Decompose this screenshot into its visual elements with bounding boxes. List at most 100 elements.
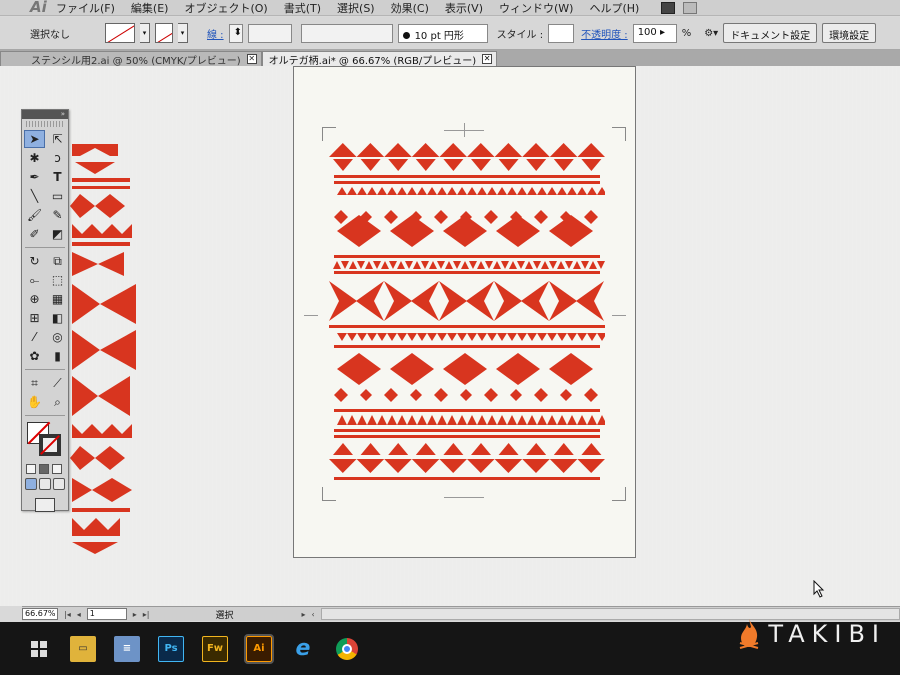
none-mode-icon[interactable]	[52, 464, 62, 474]
bridge-icon[interactable]	[661, 1, 676, 14]
tab-stencil[interactable]: ステンシル用2.ai @ 50% (CMYK/プレビュー) ✕	[0, 51, 262, 67]
tools-panel: » ➤ ⇱ ✱ ↄ ✒ T ╲ ▭ 🖌 ✎ ✐ ◩ ↻ ⧉ ⟜ ⬚ ⊕ ▦ ⊞ …	[21, 109, 69, 512]
recolor-artwork-icon[interactable]: ⚙▾	[704, 28, 718, 39]
gradient-tool-icon[interactable]: ◧	[47, 309, 68, 327]
magic-wand-tool-icon[interactable]: ✱	[24, 149, 45, 167]
pen-tool-icon[interactable]: ✒	[24, 168, 45, 186]
stroke-swatch[interactable]	[155, 23, 173, 43]
close-icon[interactable]: ✕	[482, 54, 493, 64]
side-pattern-artwork[interactable]	[70, 144, 140, 554]
crop-mark	[612, 127, 626, 141]
fill-dropdown-icon[interactable]: ▾	[140, 23, 150, 43]
fill-stroke-widget[interactable]	[25, 420, 65, 458]
scale-tool-icon[interactable]: ⧉	[47, 252, 68, 270]
graphic-style-picker[interactable]	[548, 23, 575, 43]
rectangle-tool-icon[interactable]: ▭	[47, 187, 68, 205]
menu-type[interactable]: 書式(T)	[276, 0, 329, 16]
pencil-tool-icon[interactable]: ✎	[47, 206, 68, 224]
paintbrush-tool-icon[interactable]: 🖌	[24, 206, 45, 224]
internet-explorer-icon[interactable]: e	[290, 636, 316, 662]
slice-tool-icon[interactable]: ⟋	[47, 374, 68, 392]
watermark-text: TAKIBI	[768, 620, 886, 648]
line-tool-icon[interactable]: ╲	[24, 187, 45, 205]
stroke-box[interactable]	[39, 434, 61, 456]
menu-effect[interactable]: 効果(C)	[383, 0, 437, 16]
stroke-weight-stepper[interactable]: ⬍	[228, 23, 243, 43]
opacity-unit: %	[681, 27, 692, 39]
chrome-icon[interactable]	[334, 636, 360, 662]
document-icon[interactable]: ≡	[114, 635, 140, 662]
hand-tool-icon[interactable]: ✋	[24, 393, 45, 411]
menu-edit[interactable]: 編集(E)	[123, 0, 177, 16]
preferences-button[interactable]: 環境設定	[822, 23, 877, 43]
menu-help[interactable]: ヘルプ(H)	[581, 0, 647, 16]
menu-view[interactable]: 表示(V)	[437, 0, 491, 16]
menu-window[interactable]: ウィンドウ(W)	[491, 0, 581, 16]
opacity-label[interactable]: 不透明度 :	[581, 26, 628, 41]
fireworks-icon[interactable]: Fw	[202, 635, 228, 662]
artboard[interactable]	[293, 66, 636, 558]
rotate-tool-icon[interactable]: ↻	[24, 252, 45, 270]
document-tab-bar: ステンシル用2.ai @ 50% (CMYK/プレビュー) ✕ オルテガ柄.ai…	[0, 50, 900, 67]
crop-mark	[322, 487, 336, 501]
blob-brush-tool-icon[interactable]: ✐	[24, 225, 45, 243]
selection-tool-icon[interactable]: ➤	[24, 130, 45, 148]
scroll-left-icon[interactable]: ‹	[311, 610, 314, 619]
mesh-tool-icon[interactable]: ⊞	[24, 309, 45, 327]
brush-definition[interactable]: 10 pt 円形	[397, 23, 488, 43]
tools-panel-header[interactable]: »	[22, 110, 68, 119]
close-icon[interactable]: ✕	[246, 54, 257, 64]
draw-behind-icon[interactable]	[39, 478, 51, 490]
style-label: スタイル :	[496, 29, 544, 41]
last-artboard-icon[interactable]: ▸|	[143, 610, 150, 619]
arrange-documents-icon[interactable]	[683, 1, 698, 14]
menu-select[interactable]: 選択(S)	[329, 0, 383, 16]
canvas[interactable]	[0, 66, 900, 606]
menu-file[interactable]: ファイル(F)	[48, 0, 123, 16]
type-tool-icon[interactable]: T	[47, 168, 68, 186]
stroke-label[interactable]: 線 :	[207, 26, 224, 41]
screen-mode-icon[interactable]	[35, 498, 55, 512]
zoom-tool-icon[interactable]: ⌕	[47, 393, 68, 411]
direct-selection-tool-icon[interactable]: ⇱	[47, 130, 68, 148]
lasso-tool-icon[interactable]: ↄ	[47, 149, 68, 167]
crop-mark	[322, 127, 336, 141]
gradient-mode-icon[interactable]	[39, 464, 49, 474]
draw-inside-icon[interactable]	[53, 478, 65, 490]
opacity-input[interactable]: 100 ▸	[632, 23, 677, 43]
photoshop-icon[interactable]: Ps	[158, 635, 184, 662]
stroke-dropdown-icon[interactable]: ▾	[178, 23, 188, 43]
ortega-pattern-artwork[interactable]	[329, 143, 605, 489]
column-graph-tool-icon[interactable]: ▮	[47, 347, 68, 365]
document-setup-button[interactable]: ドキュメント設定	[723, 23, 818, 43]
artboard-number-field[interactable]: 1	[86, 608, 127, 620]
tab-ortega[interactable]: オルテガ柄.ai* @ 66.67% (RGB/プレビュー) ✕	[261, 51, 498, 67]
eyedropper-tool-icon[interactable]: ⁄	[24, 328, 45, 346]
previous-artboard-icon[interactable]: ◂	[77, 610, 81, 619]
windows-start-icon[interactable]	[26, 636, 52, 662]
first-artboard-icon[interactable]: |◂	[64, 610, 71, 619]
status-menu-icon[interactable]: ▸	[301, 610, 305, 619]
file-explorer-icon[interactable]: ▭	[70, 635, 96, 662]
draw-normal-icon[interactable]	[25, 478, 37, 490]
next-artboard-icon[interactable]: ▸	[133, 610, 137, 619]
fill-swatch[interactable]	[105, 23, 135, 43]
width-tool-icon[interactable]: ⟜	[24, 271, 45, 289]
perspective-grid-tool-icon[interactable]: ▦	[47, 290, 68, 308]
variable-width-profile[interactable]	[300, 23, 393, 43]
status-text[interactable]: 選択	[215, 608, 295, 621]
free-transform-tool-icon[interactable]: ⬚	[47, 271, 68, 289]
panel-grip[interactable]	[26, 121, 64, 127]
zoom-field[interactable]: 66.67%	[22, 608, 58, 620]
menu-object[interactable]: オブジェクト(O)	[176, 0, 275, 16]
symbol-sprayer-tool-icon[interactable]: ✿	[24, 347, 45, 365]
illustrator-icon[interactable]: Ai	[244, 633, 274, 664]
illustrator-logo: Ai	[30, 0, 47, 16]
blend-tool-icon[interactable]: ◎	[47, 328, 68, 346]
color-mode-icon[interactable]	[26, 464, 36, 474]
eraser-tool-icon[interactable]: ◩	[47, 225, 68, 243]
stroke-weight-input[interactable]	[247, 23, 292, 43]
shape-builder-tool-icon[interactable]: ⊕	[24, 290, 45, 308]
tab-label: ステンシル用2.ai @ 50% (CMYK/プレビュー)	[31, 55, 241, 67]
artboard-tool-icon[interactable]: ⌗	[24, 374, 45, 392]
